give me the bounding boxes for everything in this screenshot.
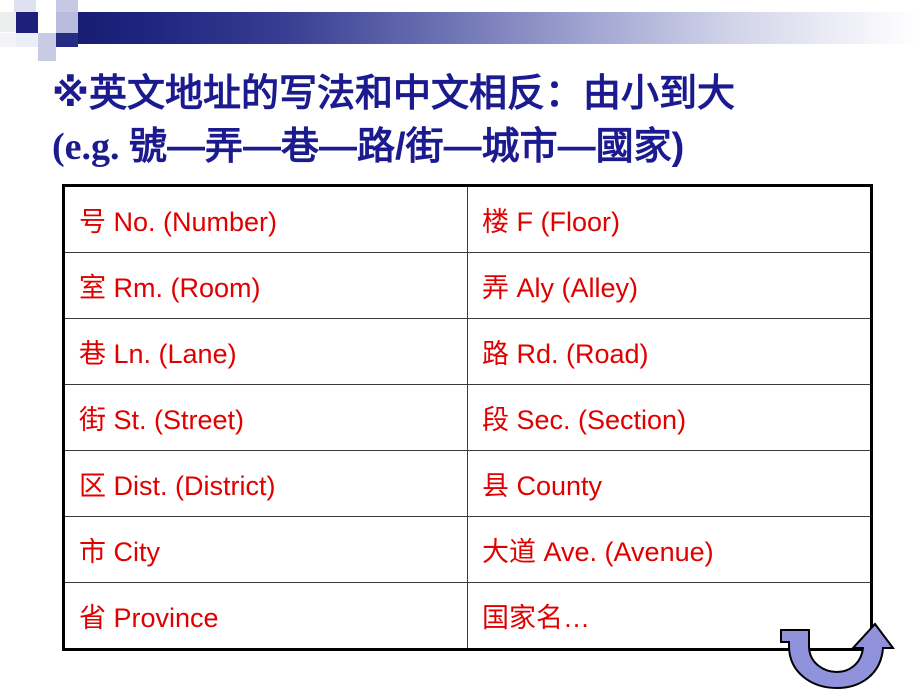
table-cell-left: 市 City <box>63 516 468 583</box>
header-square-6 <box>38 12 56 33</box>
table-cell-right: 弄 Aly (Alley) <box>467 252 872 319</box>
table-row: 市 City 大道 Ave. (Avenue) <box>63 516 872 583</box>
slide-title-line-2: (e.g. 號—弄—巷—路/街—城市—國家) <box>52 121 892 174</box>
table-cell-left: 区 Dist. (District) <box>63 450 468 517</box>
table-cell-right: 大道 Ave. (Avenue) <box>467 516 872 583</box>
u-turn-arrow-icon <box>780 622 895 690</box>
table-row: 室 Rm. (Room) 弄 Aly (Alley) <box>63 252 872 319</box>
table-cell-left: 省 Province <box>63 582 468 650</box>
header-square-3 <box>56 0 78 12</box>
header-square-5 <box>16 12 38 33</box>
slide-title-line-1: ※英文地址的写法和中文相反：由小到大 <box>52 73 735 115</box>
address-table-body: 号 No. (Number) 楼 F (Floor) 室 Rm. (Room) … <box>63 185 872 650</box>
table-row: 省 Province 国家名… <box>63 582 872 650</box>
header-decoration-band <box>0 0 920 64</box>
table-row: 区 Dist. (District) 县 County <box>63 450 872 517</box>
header-square-2 <box>36 0 56 12</box>
slide-title-line-2-rest: 號—弄—巷—路/街—城市—國家) <box>129 126 685 168</box>
header-square-12 <box>38 47 56 61</box>
address-abbreviation-table: 号 No. (Number) 楼 F (Floor) 室 Rm. (Room) … <box>62 184 873 651</box>
table-cell-right: 县 County <box>467 450 872 517</box>
table-row: 街 St. (Street) 段 Sec. (Section) <box>63 384 872 451</box>
header-square-11 <box>56 33 78 47</box>
slide-title-line-2-prefix: (e.g. <box>52 126 130 168</box>
table-row: 号 No. (Number) 楼 F (Floor) <box>63 185 872 253</box>
slide-title: ※英文地址的写法和中文相反：由小到大 (e.g. 號—弄—巷—路/街—城市—國家… <box>52 68 892 174</box>
header-square-4 <box>0 12 16 32</box>
table-cell-left: 巷 Ln. (Lane) <box>63 318 468 385</box>
table-cell-left: 街 St. (Street) <box>63 384 468 451</box>
table-cell-left: 室 Rm. (Room) <box>63 252 468 319</box>
table-row: 巷 Ln. (Lane) 路 Rd. (Road) <box>63 318 872 385</box>
table-cell-right: 楼 F (Floor) <box>467 185 872 253</box>
header-square-13 <box>16 47 38 61</box>
header-square-10 <box>38 33 56 47</box>
header-square-9 <box>16 33 38 47</box>
header-square-8 <box>0 33 16 47</box>
table-cell-right: 路 Rd. (Road) <box>467 318 872 385</box>
table-cell-right: 段 Sec. (Section) <box>467 384 872 451</box>
u-turn-arrow-shape <box>780 622 895 690</box>
header-square-7 <box>56 12 78 33</box>
header-gradient-bar <box>68 12 920 44</box>
header-square-1 <box>14 0 36 12</box>
table-cell-left: 号 No. (Number) <box>63 185 468 253</box>
